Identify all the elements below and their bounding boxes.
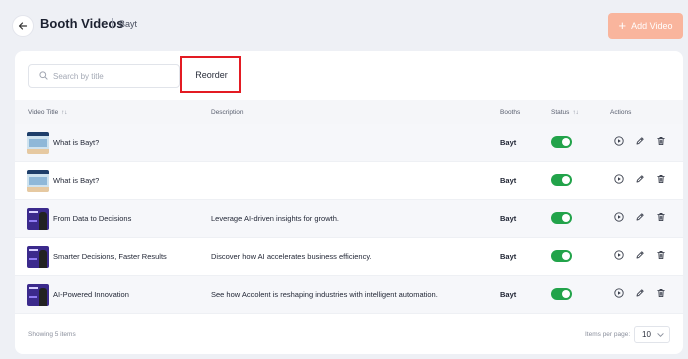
delete-button[interactable] [655, 250, 667, 262]
search-icon [39, 71, 48, 80]
page-header: Booth Videos | Bayt + Add Video [0, 0, 688, 50]
table-row: AI-Powered Innovation See how Accolent is… [15, 276, 683, 314]
video-thumbnail[interactable] [27, 132, 49, 154]
search-input[interactable] [53, 68, 173, 84]
video-thumbnail[interactable] [27, 246, 49, 268]
play-button[interactable] [613, 212, 625, 224]
column-label-status: Status [551, 109, 570, 116]
title-separator: | [111, 17, 114, 29]
chevron-down-icon [657, 333, 664, 337]
table-row: What is Bayt? Bayt [15, 162, 683, 200]
showing-count: Showing 5 items [28, 331, 76, 338]
edit-button[interactable] [634, 212, 646, 224]
video-title: Smarter Decisions, Faster Results [53, 252, 167, 261]
video-title: From Data to Decisions [53, 214, 132, 223]
status-toggle[interactable] [551, 288, 572, 300]
column-header-title[interactable]: Video Title ↑↓ [28, 109, 67, 116]
edit-button[interactable] [634, 250, 646, 262]
video-booth: Bayt [500, 290, 517, 299]
play-circle-icon [614, 247, 624, 265]
video-booth: Bayt [500, 214, 517, 223]
edit-button[interactable] [634, 136, 646, 148]
column-header-status[interactable]: Status ↑↓ [551, 109, 578, 116]
video-title: What is Bayt? [53, 176, 100, 185]
column-header-booths: Booths [500, 109, 521, 116]
play-button[interactable] [613, 288, 625, 300]
video-booth: Bayt [500, 252, 517, 261]
delete-button[interactable] [655, 174, 667, 186]
video-thumbnail[interactable] [27, 208, 49, 230]
trash-icon [656, 285, 666, 303]
table-row: From Data to Decisions Leverage AI-driven… [15, 200, 683, 238]
table-header: Video Title ↑↓ Description Booths Status… [15, 100, 683, 124]
pencil-icon [635, 285, 645, 303]
items-per-page-select[interactable]: 10 [634, 326, 670, 343]
sort-icon: ↑↓ [61, 109, 68, 116]
play-circle-icon [614, 285, 624, 303]
edit-button[interactable] [634, 174, 646, 186]
play-circle-icon [614, 133, 624, 151]
trash-icon [656, 133, 666, 151]
video-description: Discover how AI accelerates business eff… [211, 252, 372, 261]
status-toggle[interactable] [551, 136, 572, 148]
video-booth: Bayt [500, 176, 517, 185]
column-header-actions: Actions [610, 109, 632, 116]
video-title: AI-Powered Innovation [53, 290, 129, 299]
plus-icon: + [618, 18, 627, 33]
status-toggle[interactable] [551, 250, 572, 262]
video-thumbnail[interactable] [27, 284, 49, 306]
items-per-page-value: 10 [642, 330, 651, 339]
delete-button[interactable] [655, 212, 667, 224]
column-label-title: Video Title [28, 109, 59, 116]
table-row: Smarter Decisions, Faster Results Discove… [15, 238, 683, 276]
edit-button[interactable] [634, 288, 646, 300]
video-booth: Bayt [500, 138, 517, 147]
table-row: What is Bayt? Bayt [15, 124, 683, 162]
arrow-left-icon [18, 22, 28, 30]
search-box[interactable] [28, 64, 180, 88]
play-button[interactable] [613, 174, 625, 186]
pencil-icon [635, 133, 645, 151]
sort-icon: ↑↓ [572, 109, 579, 116]
delete-button[interactable] [655, 136, 667, 148]
pencil-icon [635, 209, 645, 227]
add-video-button[interactable]: + Add Video [608, 13, 683, 39]
play-button[interactable] [613, 136, 625, 148]
videos-card: Reorder Video Title ↑↓ Description Booth… [15, 51, 683, 354]
video-title: What is Bayt? [53, 138, 100, 147]
status-toggle[interactable] [551, 212, 572, 224]
trash-icon [656, 171, 666, 189]
trash-icon [656, 209, 666, 227]
column-header-description: Description [211, 109, 244, 116]
play-circle-icon [614, 209, 624, 227]
status-toggle[interactable] [551, 174, 572, 186]
play-circle-icon [614, 171, 624, 189]
delete-button[interactable] [655, 288, 667, 300]
items-per-page-label: Items per page: [585, 331, 631, 338]
play-button[interactable] [613, 250, 625, 262]
video-description: Leverage AI-driven insights for growth. [211, 214, 339, 223]
video-thumbnail[interactable] [27, 170, 49, 192]
reorder-button[interactable]: Reorder [188, 64, 235, 86]
add-video-label: Add Video [631, 21, 673, 31]
page-subtitle: Bayt [119, 19, 138, 29]
video-description: See how Accolent is reshaping industries… [211, 290, 438, 299]
pencil-icon [635, 247, 645, 265]
trash-icon [656, 247, 666, 265]
back-button[interactable] [12, 15, 34, 37]
pencil-icon [635, 171, 645, 189]
